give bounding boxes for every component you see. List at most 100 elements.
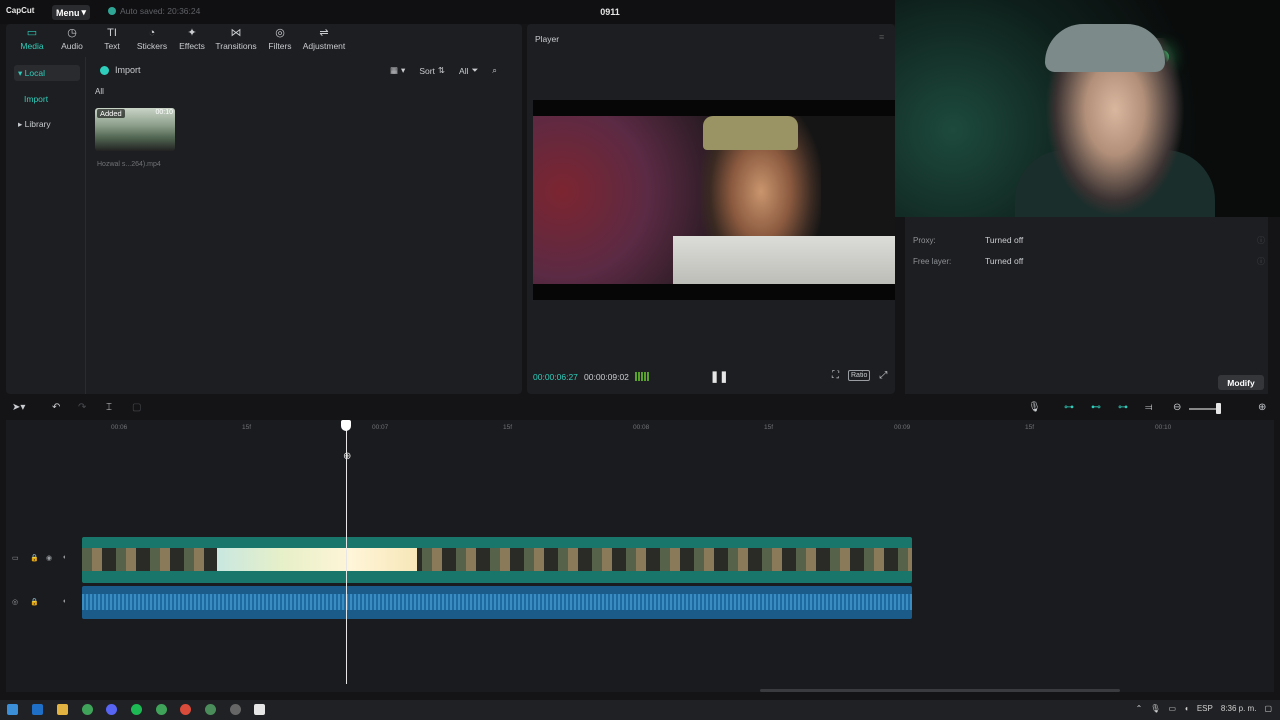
chevron-down-icon: ▾ [81,7,87,17]
chrome-icon[interactable] [205,704,216,715]
free-layer-value[interactable]: Turned off [985,256,1023,266]
magnet-toggle-icon[interactable]: ⊶ [1118,402,1128,413]
video-preview[interactable] [533,100,895,300]
playhead-handle[interactable] [341,420,351,431]
ruler-tick: 15f [1025,424,1035,431]
import-button[interactable]: Import [100,65,141,75]
speaker-icon[interactable]: ◖ [62,598,66,605]
filters-icon: ◎ [275,27,285,39]
transitions-icon: ⋈ [230,27,242,39]
ruler-tick: 00:10 [1155,424,1172,431]
audio-waveform [82,594,912,610]
time-ruler[interactable]: 00:06 15f 00:07 15f 00:08 15f 00:09 15f … [82,420,1274,434]
hamburger-menu-icon[interactable]: ≡ [879,32,884,42]
network-icon[interactable]: ▭ [1168,704,1176,713]
toolbar-label: Stickers [136,41,168,51]
sidebar-item-library[interactable]: ▸ Library [14,116,80,132]
toolbar-adjustment[interactable]: ⇌ Adjustment [300,24,348,55]
audio-track-icon[interactable]: ◎ [12,598,18,606]
spotify-icon[interactable] [131,704,142,715]
timeline[interactable]: 00:06 15f 00:07 15f 00:08 15f 00:09 15f … [82,420,1274,692]
file-explorer-icon[interactable] [57,704,68,715]
clock[interactable]: 8:36 p. m. [1221,704,1257,713]
lock-icon[interactable]: 🔒 [30,554,39,562]
sort-button[interactable]: Sort ⇅ [415,64,449,77]
capcut-taskbar-icon[interactable] [254,704,265,715]
check-icon [108,7,116,15]
audio-clip[interactable] [82,586,912,619]
filter-button[interactable]: All ⏷ [455,64,482,77]
sidebar-item-local[interactable]: ▾ Local [14,65,80,81]
info-icon[interactable]: ⓘ [1257,256,1265,267]
media-clip-thumbnail[interactable]: Added 00:10 [95,108,175,151]
toolbar-label: Audio [61,41,83,51]
filter-icon: ⏷ [471,65,479,75]
split-icon[interactable]: ⌶ [106,402,112,413]
modify-button[interactable]: Modify [1218,375,1264,390]
language-indicator[interactable]: ESP [1197,704,1213,713]
discord-icon[interactable] [106,704,117,715]
select-cursor-icon[interactable]: ➤▾ [12,402,25,413]
zoom-in-icon[interactable]: ⊕ [1258,402,1266,413]
eye-icon[interactable]: ◉ [46,554,52,562]
ruler-tick: 00:07 [372,424,389,431]
ruler-tick: 15f [242,424,252,431]
webcam-overlay [895,0,1280,217]
lock-icon[interactable]: 🔒 [30,598,39,606]
undo-icon[interactable]: ↶ [52,402,60,413]
speaker-icon[interactable]: ◖ [62,554,66,561]
chrome-icon[interactable] [82,704,93,715]
snap-toggle-icon[interactable]: ⊷ [1091,402,1101,413]
chevron-up-icon[interactable]: ⌃ [1136,704,1143,713]
import-icon [100,65,109,75]
effects-icon: ✦ [187,27,197,39]
cover-icon[interactable]: ▭ [12,554,19,562]
media-controls: ▦ ▾ Sort ⇅ All ⏷ ⌕ [386,64,501,77]
obs-icon[interactable] [230,704,241,715]
notification-icon[interactable]: ▢ [1264,704,1272,713]
toolbar-audio[interactable]: ◷ Audio [52,24,92,55]
sidebar-item-import[interactable]: Import [14,91,80,107]
audio-icon: ◷ [67,27,77,39]
microphone-icon[interactable]: 🎙 [1150,704,1160,713]
grid-icon: ▦ [390,65,399,75]
toolbar-label: Adjustment [302,41,346,51]
proxy-value[interactable]: Turned off [985,235,1023,245]
menu-button[interactable]: Menu ▾ [52,5,90,20]
preview-axis-icon[interactable]: ⫤ [1145,402,1153,413]
chrome-icon[interactable] [180,704,191,715]
microphone-icon[interactable]: 🎙 [1028,402,1041,413]
toolbar-filters[interactable]: ◎ Filters [260,24,300,55]
chrome-icon[interactable] [156,704,167,715]
ruler-tick: 15f [503,424,513,431]
link-toggle-icon[interactable]: ⊶ [1064,402,1074,413]
current-time: 00:00:06:27 [533,372,578,382]
redo-icon[interactable]: ↷ [78,402,86,413]
toolbar-stickers[interactable]: ◔ Stickers [132,24,172,55]
delete-icon[interactable]: ▢ [132,402,141,413]
ratio-button[interactable]: Ratio [848,370,871,381]
toolbar-transitions[interactable]: ⋈ Transitions [212,24,260,55]
toolbar-text[interactable]: TI Text [92,24,132,55]
view-toggle-button[interactable]: ▦ ▾ [386,64,409,77]
stickers-icon: ◔ [148,27,156,39]
pause-button[interactable]: ❚❚ [710,370,728,383]
text-icon: TI [107,27,117,39]
info-icon[interactable]: ⓘ [1257,235,1265,246]
toolbar-media[interactable]: ▭ Media [12,24,52,55]
caret-icon: ▾ [18,67,25,78]
app-icon[interactable] [32,704,43,715]
video-clip[interactable] [82,537,912,583]
clip-filename: Hozwal s...264).mp4 [97,161,161,168]
volume-icon[interactable]: ◖ [1184,704,1189,713]
horizontal-scrollbar[interactable] [760,689,1120,692]
project-title[interactable]: 0911 [590,7,630,17]
zoom-out-icon[interactable]: ⊖ [1173,402,1181,413]
toolbar-label: Media [20,41,44,51]
windows-start-icon[interactable] [7,704,18,715]
zoom-slider-handle[interactable] [1216,403,1221,414]
snapshot-icon[interactable]: ⛶ [832,370,839,381]
toolbar-effects[interactable]: ✦ Effects [172,24,212,55]
search-button[interactable]: ⌕ [488,64,501,77]
fullscreen-icon[interactable]: ⤢ [879,370,887,381]
